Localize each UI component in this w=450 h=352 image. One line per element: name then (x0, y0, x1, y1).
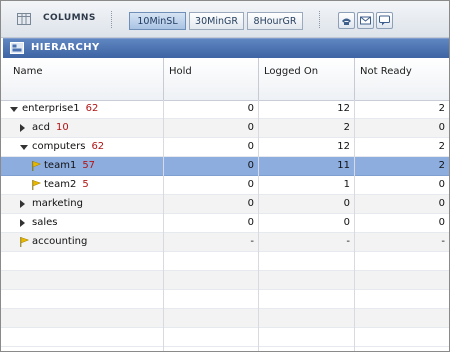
table-row[interactable]: team1 57 0 11 2 (1, 157, 449, 176)
toolbar-separator (319, 11, 322, 28)
row-name: accounting (32, 236, 87, 247)
chat-icon (379, 15, 390, 26)
mail-icon (360, 16, 371, 25)
cell-not-ready: 0 (438, 122, 445, 133)
table-header: Name Hold Logged On Not Ready (1, 58, 449, 101)
node-label: computers (32, 141, 86, 152)
phone-icon (342, 18, 351, 25)
row-name: team2 5 (44, 179, 89, 190)
table-body: enterprise1 62 0 12 2 acd 10 0 2 0 computers 62 0 12 2… (1, 100, 449, 351)
cell-logged-on: 1 (343, 179, 350, 190)
cell-not-ready: 2 (438, 103, 445, 114)
cell-logged-on: 12 (337, 141, 350, 152)
table-row[interactable] (1, 309, 449, 328)
cell-logged-on: 11 (337, 160, 350, 171)
node-label: team2 (44, 179, 77, 190)
hierarchy-window: COLUMNS 10MinSL 30MinGR 8HourGR HIERARCH… (0, 0, 450, 352)
segment-30mingr[interactable]: 30MinGR (189, 12, 244, 30)
cell-hold: 0 (247, 103, 254, 114)
column-gridline (163, 100, 164, 351)
column-gridline (258, 100, 259, 351)
phone-button[interactable] (338, 12, 355, 29)
columns-label[interactable]: COLUMNS (43, 13, 96, 23)
cell-hold: - (250, 236, 254, 247)
toolbar-separator (111, 11, 114, 28)
node-count: 10 (55, 122, 69, 133)
flag-icon (20, 237, 29, 247)
column-header-hold[interactable]: Hold (169, 58, 192, 100)
segment-8hourgr[interactable]: 8HourGR (247, 12, 303, 30)
cell-logged-on: 2 (343, 122, 350, 133)
hierarchy-header: HIERARCHY (3, 38, 449, 58)
expand-arrow-icon[interactable] (20, 124, 25, 132)
node-label: accounting (32, 236, 88, 247)
column-header-name[interactable]: Name (13, 58, 43, 100)
row-name: marketing (32, 198, 83, 209)
mail-button[interactable] (357, 12, 374, 29)
table-row[interactable] (1, 328, 449, 347)
table-row[interactable]: sales 0 0 0 (1, 214, 449, 233)
cell-logged-on: 0 (343, 217, 350, 228)
cell-hold: 0 (247, 122, 254, 133)
node-label: acd (32, 122, 50, 133)
cell-not-ready: 0 (438, 217, 445, 228)
toolbar: COLUMNS 10MinSL 30MinGR 8HourGR (1, 1, 449, 38)
column-gridline (354, 100, 355, 351)
cell-not-ready: 2 (438, 160, 445, 171)
collapse-arrow-icon[interactable] (20, 145, 28, 150)
node-label: sales (32, 217, 58, 228)
expand-arrow-icon[interactable] (20, 200, 25, 208)
cell-not-ready: 0 (438, 198, 445, 209)
flag-icon (32, 161, 41, 171)
table-row[interactable] (1, 271, 449, 290)
cell-hold: 0 (247, 198, 254, 209)
cell-hold: 0 (247, 179, 254, 190)
row-name: enterprise1 62 (22, 103, 98, 114)
column-header-logged-on[interactable]: Logged On (264, 58, 318, 100)
column-divider[interactable] (163, 58, 164, 100)
node-count: 62 (91, 141, 105, 152)
row-name: team1 57 (44, 160, 95, 171)
node-label: enterprise1 (22, 103, 80, 114)
hierarchy-icon (10, 42, 24, 54)
table-row[interactable]: acd 10 0 2 0 (1, 119, 449, 138)
column-header-not-ready[interactable]: Not Ready (360, 58, 412, 100)
table-row[interactable]: team2 5 0 1 0 (1, 176, 449, 195)
table-row[interactable] (1, 290, 449, 309)
row-name: acd 10 (32, 122, 69, 133)
cell-hold: 0 (247, 160, 254, 171)
row-name: sales (32, 217, 57, 228)
node-count: 62 (85, 103, 99, 114)
cell-not-ready: 2 (438, 141, 445, 152)
cell-logged-on: 12 (337, 103, 350, 114)
node-label: team1 (44, 160, 77, 171)
cell-hold: 0 (247, 217, 254, 228)
column-divider[interactable] (258, 58, 259, 100)
segment-10minsl[interactable]: 10MinSL (129, 12, 186, 30)
table-row[interactable]: accounting - - - (1, 233, 449, 252)
expand-arrow-icon[interactable] (20, 219, 25, 227)
cell-logged-on: 0 (343, 198, 350, 209)
table-row[interactable]: enterprise1 62 0 12 2 (1, 100, 449, 119)
cell-logged-on: - (346, 236, 350, 247)
column-divider[interactable] (354, 58, 355, 100)
cell-not-ready: 0 (438, 179, 445, 190)
node-label: marketing (32, 198, 83, 209)
cell-hold: 0 (247, 141, 254, 152)
node-count: 5 (82, 179, 89, 190)
flag-icon (32, 180, 41, 190)
table-row[interactable]: computers 62 0 12 2 (1, 138, 449, 157)
table-row[interactable]: marketing 0 0 0 (1, 195, 449, 214)
node-count: 57 (82, 160, 96, 171)
columns-icon[interactable] (17, 12, 31, 26)
collapse-arrow-icon[interactable] (10, 107, 18, 112)
cell-not-ready: - (441, 236, 445, 247)
table-row[interactable] (1, 252, 449, 271)
row-name: computers 62 (32, 141, 104, 152)
panel-title: HIERARCHY (31, 42, 100, 53)
chat-button[interactable] (376, 12, 393, 29)
